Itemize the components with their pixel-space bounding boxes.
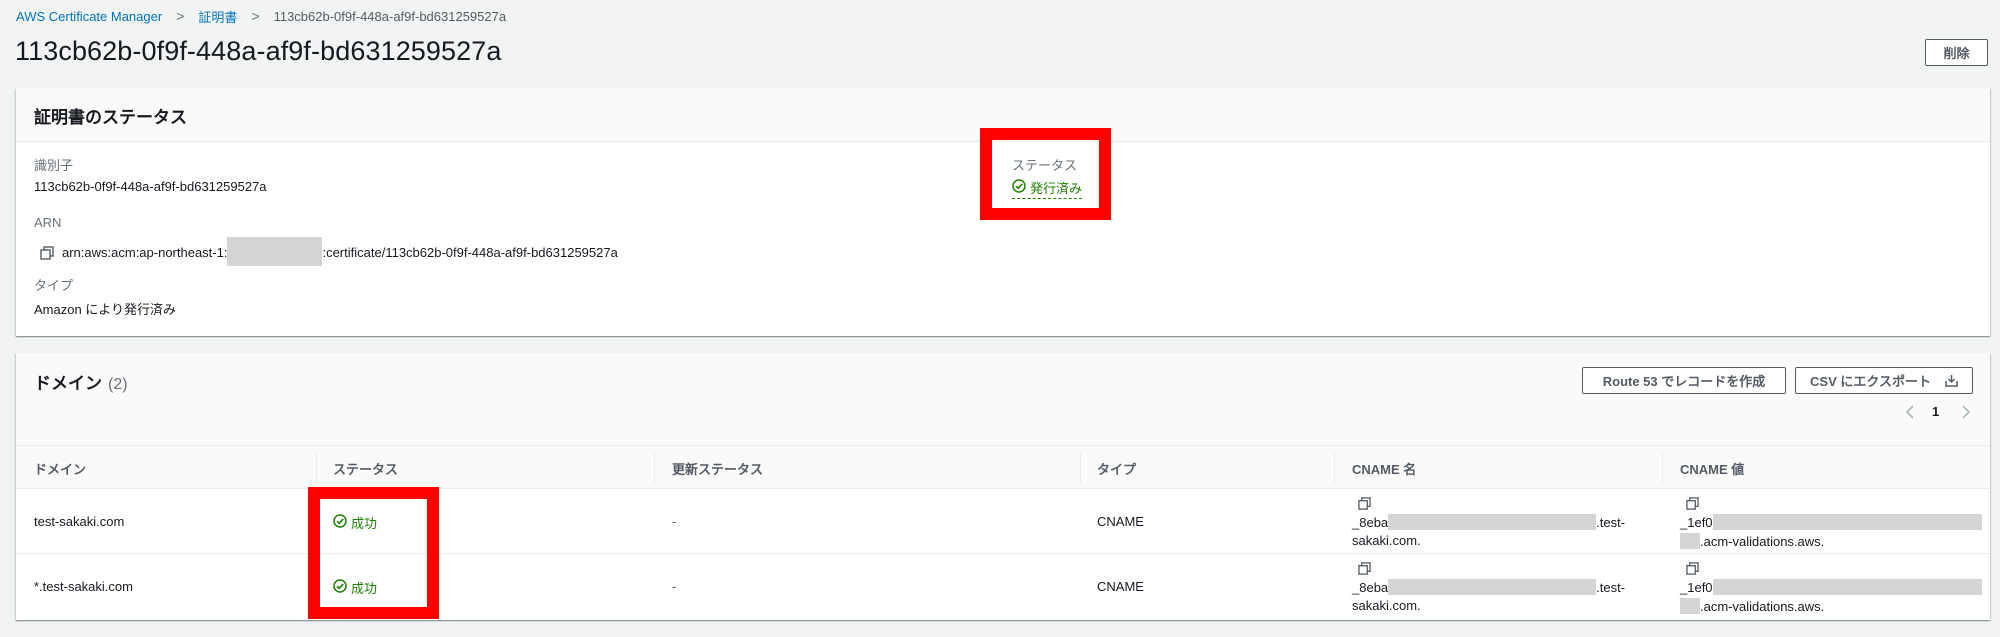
identifier-value: 113cb62b-0f9f-448a-af9f-bd631259527a (34, 179, 267, 194)
row-cname-name: _8eba .test- (1352, 579, 1625, 595)
download-icon (1945, 374, 1958, 387)
domains-title: ドメイン (2) (34, 369, 128, 394)
redacted-cname-value (1680, 598, 1700, 614)
route53-create-records-button[interactable]: Route 53 でレコードを作成 (1582, 367, 1786, 394)
breadcrumb: AWS Certificate Manager > 証明書 > 113cb62b… (16, 6, 506, 26)
previous-page-icon[interactable] (1905, 405, 1915, 422)
page-number[interactable]: 1 (1932, 404, 1939, 419)
copy-icon[interactable] (1358, 562, 1371, 580)
page-title: 113cb62b-0f9f-448a-af9f-bd631259527a (15, 36, 502, 66)
cname-name-start: _8eba (1352, 579, 1389, 595)
identifier-label: 識別子 (34, 158, 74, 173)
breadcrumb-certificates-link[interactable]: 証明書 (198, 7, 237, 26)
arn-row: arn:aws:acm:ap-northeast-1: :certificate… (40, 237, 618, 266)
domains-header: ドメイン (2) Route 53 でレコードを作成 CSV にエクスポート 1 (16, 353, 1990, 446)
row-type: CNAME (1097, 579, 1144, 594)
cname-value-start: _1ef0 (1680, 514, 1713, 530)
csv-export-button[interactable]: CSV にエクスポート (1795, 367, 1973, 394)
arn-label: ARN (34, 215, 62, 230)
cname-name-start: _8eba (1352, 514, 1389, 530)
redacted-cname-value (1712, 514, 1982, 530)
type-label: タイプ (34, 278, 74, 293)
type-value: Amazon により発行済み (34, 302, 177, 317)
cname-value-end: .acm-validations.aws. (1700, 598, 1825, 614)
column-type[interactable]: タイプ (1097, 459, 1136, 478)
column-status[interactable]: ステータス (333, 459, 398, 478)
domains-count: (2) (108, 376, 128, 393)
copy-icon[interactable] (1686, 497, 1699, 515)
row-domain: *.test-sakaki.com (34, 579, 133, 594)
row-cname-value: _1ef0 (1680, 514, 1982, 530)
cname-value-start: _1ef0 (1680, 579, 1713, 595)
redacted-cname-value (1680, 533, 1700, 549)
row-renewal-status: - (672, 579, 677, 594)
cname-name-mid: .test- (1596, 514, 1626, 530)
row-cname-value-line2: .acm-validations.aws. (1680, 533, 1824, 549)
column-domain[interactable]: ドメイン (34, 459, 86, 478)
breadcrumb-separator-icon: > (176, 8, 185, 24)
certificate-status-heading: 証明書のステータス (34, 108, 187, 127)
domains-heading: ドメイン (34, 374, 102, 393)
highlight-box-domain-status (308, 487, 439, 619)
column-divider (1662, 453, 1663, 483)
highlight-box-issued-status (980, 128, 1111, 220)
row-cname-value-line2: .acm-validations.aws. (1680, 598, 1824, 614)
column-renewal-status[interactable]: 更新ステータス (672, 459, 763, 478)
breadcrumb-acm-link[interactable]: AWS Certificate Manager (16, 9, 162, 24)
row-type: CNAME (1097, 514, 1144, 529)
cname-name-end: sakaki.com. (1352, 598, 1421, 613)
row-cname-value: _1ef0 (1680, 579, 1982, 595)
row-renewal-status: - (672, 514, 677, 529)
column-cname-value[interactable]: CNAME 値 (1680, 459, 1744, 478)
breadcrumb-current: 113cb62b-0f9f-448a-af9f-bd631259527a (273, 8, 507, 24)
copy-icon[interactable] (1358, 497, 1371, 515)
cname-name-end: sakaki.com. (1352, 533, 1421, 548)
redacted-cname-value (1712, 579, 1982, 595)
csv-export-label: CSV にエクスポート (1810, 374, 1931, 389)
row-domain: test-sakaki.com (34, 514, 125, 529)
redacted-cname-name (1388, 514, 1597, 530)
copy-icon[interactable] (1686, 562, 1699, 580)
column-cname-name[interactable]: CNAME 名 (1352, 459, 1416, 478)
redacted-account-id (227, 237, 323, 266)
delete-button[interactable]: 削除 (1925, 39, 1988, 66)
arn-suffix: :certificate/113cb62b-0f9f-448a-af9f-bd6… (322, 245, 618, 260)
cname-value-end: .acm-validations.aws. (1700, 533, 1825, 549)
column-divider (316, 453, 317, 483)
breadcrumb-separator-icon: > (251, 8, 260, 24)
column-divider (1080, 453, 1081, 483)
arn-prefix: arn:aws:acm:ap-northeast-1: (62, 245, 228, 260)
next-page-icon[interactable] (1961, 405, 1971, 424)
copy-icon[interactable] (40, 245, 54, 260)
column-divider (654, 453, 655, 483)
column-divider (1334, 453, 1335, 483)
cname-name-mid: .test- (1596, 579, 1626, 595)
redacted-cname-name (1388, 579, 1597, 595)
row-cname-name: _8eba .test- (1352, 514, 1625, 530)
